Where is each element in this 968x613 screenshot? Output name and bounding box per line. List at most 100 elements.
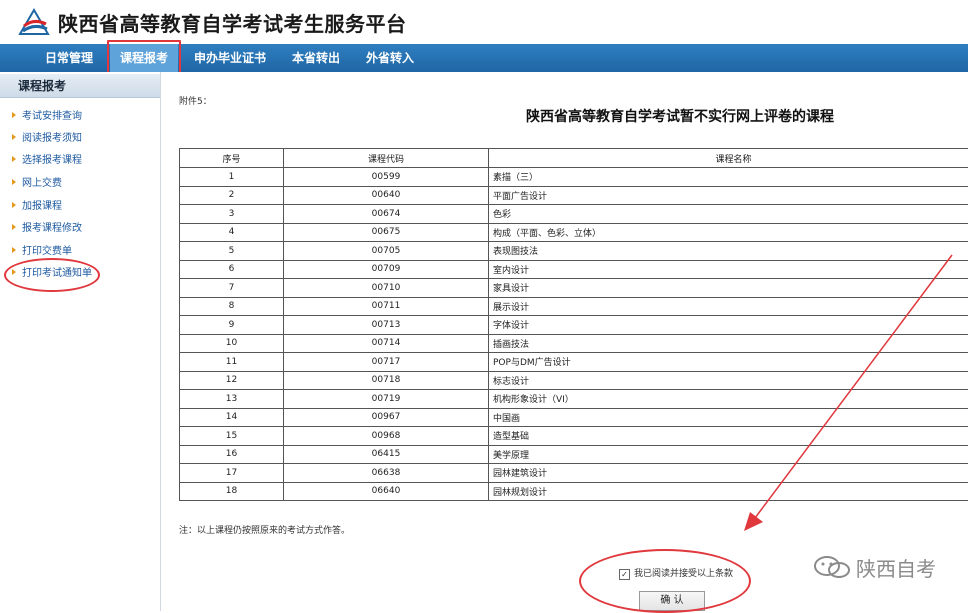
sidebar-item-read-notice[interactable]: 阅读报考须知 <box>12 130 82 148</box>
table-row: 1806640园林规划设计 <box>180 482 968 501</box>
cell-name: 展示设计 <box>489 297 968 316</box>
cell-name: 园林建筑设计 <box>489 464 968 483</box>
cell-code: 00718 <box>284 371 489 390</box>
cell-code: 00711 <box>284 297 489 316</box>
cell-index: 4 <box>180 223 284 242</box>
cell-index: 15 <box>180 427 284 446</box>
cell-code: 00713 <box>284 316 489 335</box>
bullet-icon <box>12 202 16 208</box>
table-row: 1000714插画技法 <box>180 334 968 353</box>
site-title: 陕西省高等教育自学考试考生服务平台 <box>58 8 407 37</box>
sidebar-item-select-courses[interactable]: 选择报考课程 <box>12 152 82 170</box>
cell-index: 11 <box>180 353 284 372</box>
bullet-icon <box>12 112 16 118</box>
cell-code: 00717 <box>284 353 489 372</box>
table-row: 400675构成（平面、色彩、立体） <box>180 223 968 242</box>
cell-index: 3 <box>180 205 284 224</box>
cell-name: 机构形象设计（VI） <box>489 390 968 409</box>
cell-name: 字体设计 <box>489 316 968 335</box>
table-row: 1500968造型基础 <box>180 427 968 446</box>
sidebar-item-label: 报考课程修改 <box>22 223 82 234</box>
cell-code: 00599 <box>284 168 489 187</box>
cell-index: 1 <box>180 168 284 187</box>
cell-index: 12 <box>180 371 284 390</box>
column-header-name: 课程名称 <box>489 149 968 168</box>
cell-code: 00968 <box>284 427 489 446</box>
sidebar-item-label: 选择报考课程 <box>22 155 82 166</box>
cell-index: 8 <box>180 297 284 316</box>
cell-index: 13 <box>180 390 284 409</box>
site-header: 陕西省高等教育自学考试考生服务平台 <box>0 0 968 44</box>
table-header-row: 序号 课程代码 课程名称 <box>180 149 968 168</box>
cell-code: 00705 <box>284 242 489 261</box>
sidebar-item-print-payment-slip[interactable]: 打印交费单 <box>12 243 72 261</box>
watermark-text: 陕西自考 <box>856 557 936 581</box>
cell-name: 平面广告设计 <box>489 186 968 205</box>
page-title: 陕西省高等教育自学考试暂不实行网上评卷的课程 <box>526 106 834 126</box>
sidebar-item-print-exam-notice[interactable]: 打印考试通知单 <box>12 265 92 283</box>
course-table: 序号 课程代码 课程名称 100599素描（三） 200640平面广告设计 30… <box>179 148 968 501</box>
nav-tab-daily-management[interactable]: 日常管理 <box>34 44 104 72</box>
nav-tab-course-registration[interactable]: 课程报考 <box>110 44 178 72</box>
table-row: 600709室内设计 <box>180 260 968 279</box>
cell-name: 室内设计 <box>489 260 968 279</box>
cell-code: 00967 <box>284 408 489 427</box>
cell-index: 14 <box>180 408 284 427</box>
cell-index: 2 <box>180 186 284 205</box>
table-row: 1100717POP与DM广告设计 <box>180 353 968 372</box>
cell-name: POP与DM广告设计 <box>489 353 968 372</box>
cell-name: 构成（平面、色彩、立体） <box>489 223 968 242</box>
cell-code: 06638 <box>284 464 489 483</box>
bullet-icon <box>12 224 16 230</box>
table-row: 500705表现图技法 <box>180 242 968 261</box>
table-row: 1300719机构形象设计（VI） <box>180 390 968 409</box>
cell-index: 17 <box>180 464 284 483</box>
attachment-label: 附件5： <box>179 94 212 107</box>
main-nav: 日常管理 课程报考 申办毕业证书 本省转出 外省转入 <box>0 44 968 72</box>
cell-code: 00710 <box>284 279 489 298</box>
sidebar-item-add-course[interactable]: 加报课程 <box>12 198 62 216</box>
main-content: 附件5： 陕西省高等教育自学考试暂不实行网上评卷的课程 序号 课程代码 课程名称… <box>161 72 968 611</box>
cell-code: 00640 <box>284 186 489 205</box>
cell-index: 18 <box>180 482 284 501</box>
sidebar-item-exam-schedule[interactable]: 考试安排查询 <box>12 108 82 126</box>
cell-name: 家具设计 <box>489 279 968 298</box>
bullet-icon <box>12 156 16 162</box>
nav-tab-transfer-out[interactable]: 本省转出 <box>286 44 346 72</box>
cell-code: 06640 <box>284 482 489 501</box>
sidebar-item-label: 考试安排查询 <box>22 111 82 122</box>
sidebar-item-online-payment[interactable]: 网上交费 <box>12 175 62 193</box>
table-row: 1200718标志设计 <box>180 371 968 390</box>
cell-name: 插画技法 <box>489 334 968 353</box>
cell-code: 06415 <box>284 445 489 464</box>
table-row: 800711展示设计 <box>180 297 968 316</box>
wechat-icon <box>812 555 852 579</box>
column-header-index: 序号 <box>180 149 284 168</box>
cell-code: 00709 <box>284 260 489 279</box>
agree-checkbox[interactable]: ✓ <box>619 569 630 580</box>
watermark: 陕西自考 <box>812 553 936 582</box>
cell-name: 中国画 <box>489 408 968 427</box>
table-row: 700710家具设计 <box>180 279 968 298</box>
table-row: 300674色彩 <box>180 205 968 224</box>
cell-name: 园林规划设计 <box>489 482 968 501</box>
table-row: 100599素描（三） <box>180 168 968 187</box>
sidebar-item-label: 打印考试通知单 <box>22 268 92 279</box>
cell-code: 00719 <box>284 390 489 409</box>
cell-code: 00674 <box>284 205 489 224</box>
bullet-icon <box>12 269 16 275</box>
sidebar-item-label: 打印交费单 <box>22 246 72 257</box>
sidebar: 课程报考 考试安排查询 阅读报考须知 选择报考课程 网上交费 加报课程 报考课程… <box>0 72 161 611</box>
cell-code: 00675 <box>284 223 489 242</box>
sidebar-item-label: 阅读报考须知 <box>22 133 82 144</box>
agree-label: 我已阅读并接受以上条款 <box>634 569 733 579</box>
bullet-icon <box>12 247 16 253</box>
cell-name: 表现图技法 <box>489 242 968 261</box>
nav-tab-transfer-in[interactable]: 外省转入 <box>360 44 420 72</box>
sidebar-item-modify-courses[interactable]: 报考课程修改 <box>12 220 82 238</box>
confirm-button[interactable]: 确 认 <box>639 591 705 611</box>
nav-tab-graduation-certificate[interactable]: 申办毕业证书 <box>188 44 272 72</box>
table-row: 200640平面广告设计 <box>180 186 968 205</box>
cell-code: 00714 <box>284 334 489 353</box>
table-row: 1400967中国画 <box>180 408 968 427</box>
